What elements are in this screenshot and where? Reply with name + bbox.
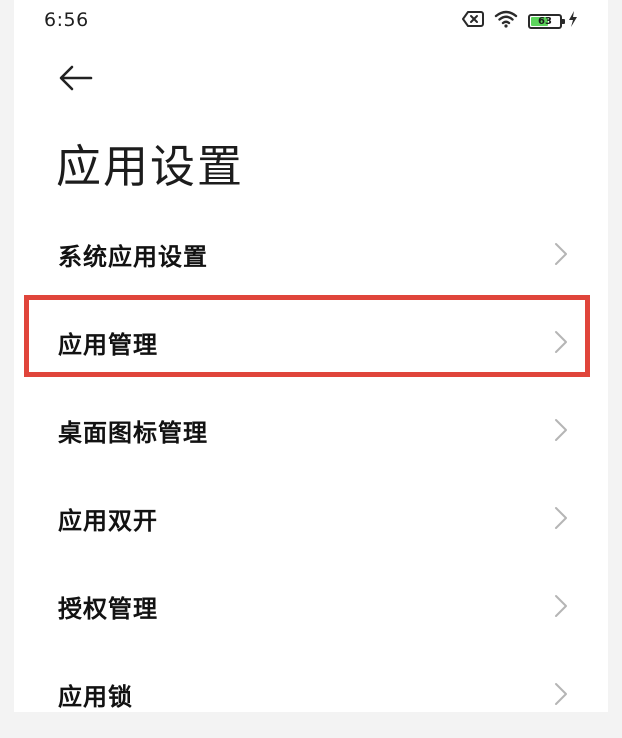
menu-item-label: 桌面图标管理: [58, 418, 208, 447]
status-bar: 6:56 63: [14, 0, 608, 38]
arrow-left-icon: [59, 65, 93, 95]
settings-menu-list: 系统应用设置 应用管理 桌面图标管理 应用双开 授权管理 应用锁: [14, 210, 608, 738]
charging-icon: [568, 11, 578, 31]
back-button[interactable]: [56, 62, 96, 98]
page-title: 应用设置: [56, 140, 245, 193]
chevron-right-icon: [554, 330, 568, 354]
sim-error-icon: [462, 10, 484, 32]
menu-item-app-lock[interactable]: 应用锁: [14, 650, 608, 738]
wifi-icon: [494, 10, 518, 32]
menu-item-label: 系统应用设置: [58, 242, 208, 271]
chevron-right-icon: [554, 418, 568, 442]
chevron-right-icon: [554, 682, 568, 706]
menu-item-permission-management[interactable]: 授权管理: [14, 562, 608, 650]
status-time: 6:56: [44, 9, 89, 31]
chevron-right-icon: [554, 506, 568, 530]
menu-item-system-app-settings[interactable]: 系统应用设置: [14, 210, 608, 298]
menu-item-dual-apps[interactable]: 应用双开: [14, 474, 608, 562]
battery-level: 63: [538, 15, 552, 27]
menu-item-app-management[interactable]: 应用管理: [14, 295, 608, 386]
menu-item-label: 应用管理: [58, 330, 158, 359]
chevron-right-icon: [554, 594, 568, 618]
menu-item-label: 应用双开: [58, 506, 158, 535]
menu-item-label: 应用锁: [58, 682, 133, 711]
status-icons: 63: [462, 10, 578, 32]
battery-icon: 63: [528, 13, 565, 29]
app-settings-screen: 6:56 63 应用设置 系统应用设置 应用管理 桌面图标管理 应用双开 授权管…: [14, 0, 608, 712]
battery-nub: [562, 18, 565, 24]
menu-item-desktop-icon-management[interactable]: 桌面图标管理: [14, 386, 608, 474]
chevron-right-icon: [554, 242, 568, 266]
menu-item-label: 授权管理: [58, 594, 158, 623]
